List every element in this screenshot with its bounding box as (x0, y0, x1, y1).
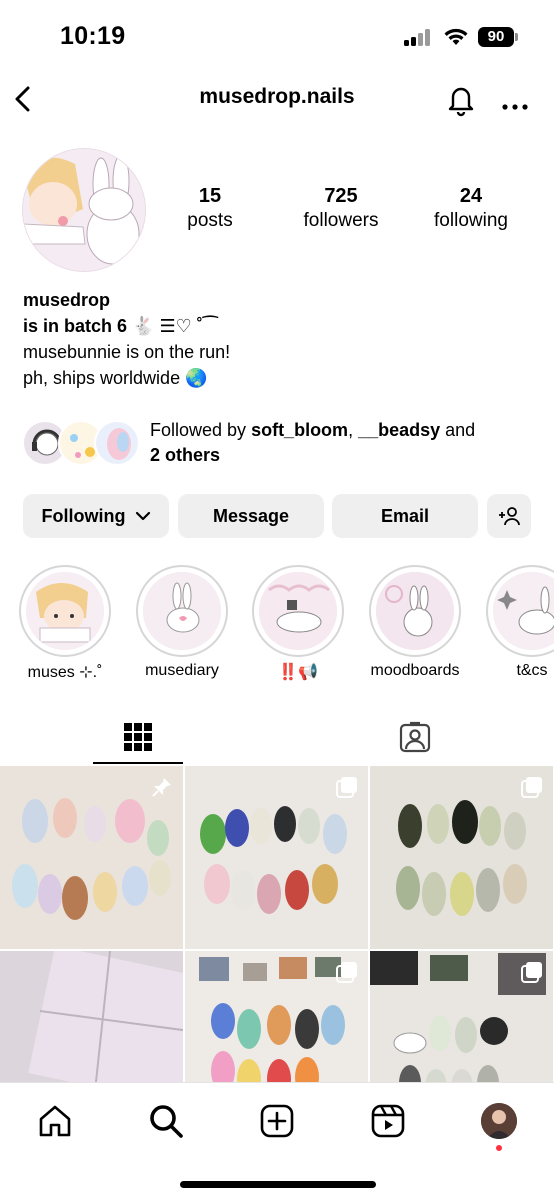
following-label: following (434, 210, 508, 231)
profile-avatar[interactable] (22, 148, 146, 272)
profile-avatar-small (481, 1103, 517, 1139)
highlight-item[interactable]: t&cs (486, 565, 554, 680)
home-icon (39, 1105, 71, 1137)
highlight-ring (19, 565, 111, 657)
highlight-ring (252, 565, 344, 657)
highlight-label: t&cs (516, 662, 548, 679)
carousel-icon (521, 962, 542, 983)
mutual-username-2[interactable]: __beadsy (358, 420, 440, 440)
posts-count[interactable]: 15 posts (180, 184, 240, 234)
followers-count[interactable]: 725 followers (296, 184, 386, 234)
profile-avatar-illustration (23, 149, 145, 271)
message-button[interactable]: Message (178, 494, 324, 538)
highlight-ring (136, 565, 228, 657)
following-number: 24 (459, 185, 483, 207)
highlight-cover (493, 572, 554, 650)
carousel-icon (521, 777, 542, 798)
carousel-icon (336, 777, 357, 798)
chevron-down-icon (135, 511, 150, 521)
suggest-people-button[interactable] (487, 494, 531, 538)
status-time: 10:19 (60, 22, 126, 50)
post-thumbnail[interactable] (370, 766, 553, 949)
status-bar: 10:19 90 (0, 0, 554, 72)
highlight-label: ‼️📢 (278, 664, 318, 681)
profile-bio: musedrop is in batch 6 🐇 ☰♡ ˚⁀ musebunni… (23, 287, 230, 391)
plus-square-icon (260, 1104, 294, 1138)
carousel-icon (336, 962, 357, 983)
followed-by-row[interactable]: Followed by soft_bloom, __beadsy and 2 o… (22, 416, 542, 472)
reels-icon (371, 1104, 405, 1138)
cellular-signal-icon (404, 29, 434, 46)
nav-reels[interactable] (368, 1101, 408, 1141)
highlight-cover (376, 572, 454, 650)
bio-line-2: musebunnie is on the run! (23, 342, 231, 362)
highlight-item[interactable]: musediary (136, 565, 228, 680)
post-thumbnail[interactable] (0, 766, 183, 949)
followed-by-prefix: Followed by (150, 420, 252, 440)
posts-number: 15 (198, 185, 222, 207)
profile-header: musedrop.nails (0, 72, 554, 126)
battery-indicator: 90 (478, 27, 518, 47)
wifi-icon (444, 28, 468, 45)
search-icon (150, 1105, 183, 1138)
bio-line-3: ph, ships worldwide 🌏 (23, 368, 208, 388)
tagged-person-icon (399, 721, 431, 753)
nav-profile[interactable] (479, 1101, 519, 1151)
nav-create[interactable] (257, 1101, 297, 1141)
mutual-avatar (94, 420, 140, 466)
posts-label: posts (187, 210, 233, 231)
following-button-label: Following (41, 506, 126, 526)
highlight-ring (369, 565, 461, 657)
highlight-item[interactable]: muses ⊹.˚ (19, 565, 111, 682)
highlight-ring (486, 565, 554, 657)
tab-posts-grid[interactable] (0, 712, 277, 766)
display-name: musedrop (23, 290, 111, 310)
pin-icon (152, 778, 171, 797)
following-button[interactable]: Following (23, 494, 169, 538)
bio-line-1: is in batch 6 🐇 ☰♡ ˚⁀ (23, 316, 218, 336)
mutual-others-count[interactable]: 2 others (150, 445, 220, 465)
more-horizontal-icon (502, 104, 528, 110)
followers-label: followers (303, 210, 379, 231)
highlight-label: muses ⊹.˚ (27, 664, 103, 681)
highlight-item[interactable]: ‼️📢 (252, 565, 344, 682)
post-thumbnail[interactable] (185, 766, 368, 949)
nav-search[interactable] (146, 1101, 186, 1141)
notifications-button[interactable] (444, 80, 478, 118)
message-button-label: Message (212, 506, 290, 526)
followed-by-separator: , (348, 420, 359, 440)
following-count[interactable]: 24 following (425, 184, 517, 234)
highlight-item[interactable]: moodboards (369, 565, 461, 680)
email-button-label: Email (380, 506, 430, 526)
nav-home[interactable] (35, 1101, 75, 1141)
highlight-cover (26, 572, 104, 650)
highlight-label: musediary (145, 662, 219, 679)
bell-icon (448, 87, 474, 117)
active-tab-indicator (93, 762, 183, 764)
followed-by-and: and (440, 420, 476, 440)
grid-icon (124, 723, 152, 751)
tab-tagged[interactable] (277, 712, 554, 766)
highlight-label: moodboards (370, 662, 460, 679)
notification-dot (496, 1145, 502, 1151)
more-options-button[interactable] (498, 80, 532, 118)
home-indicator (180, 1181, 376, 1188)
highlight-cover (143, 572, 221, 650)
email-button[interactable]: Email (332, 494, 478, 538)
followed-by-text: Followed by soft_bloom, __beadsy and 2 o… (150, 418, 475, 468)
highlight-cover (259, 572, 337, 650)
mutual-username-1[interactable]: soft_bloom (251, 420, 348, 440)
followers-number: 725 (324, 185, 358, 207)
add-person-icon (499, 507, 520, 526)
profile-tabs (0, 712, 554, 766)
